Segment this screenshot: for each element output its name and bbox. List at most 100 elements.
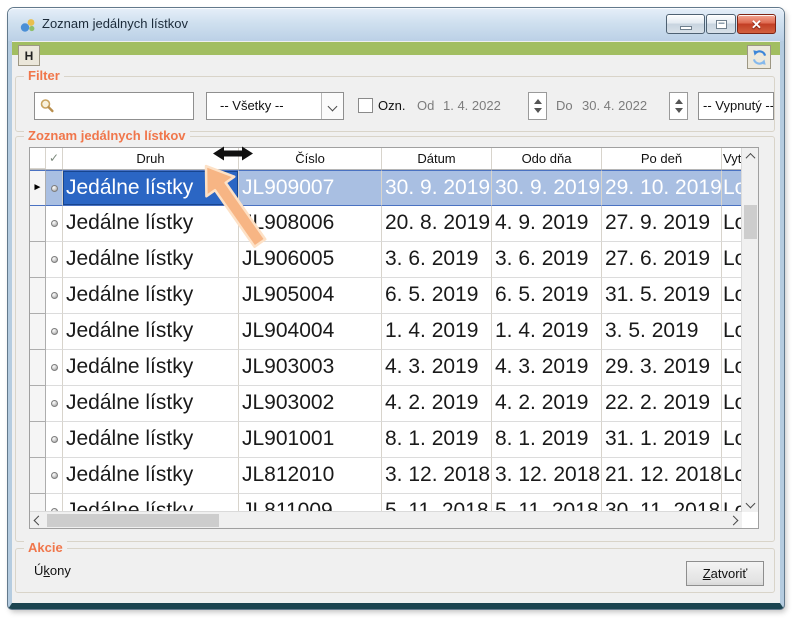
cell-cislo[interactable]: JL906005	[239, 242, 382, 278]
header-vyt[interactable]: Vyt	[722, 148, 743, 169]
cell-vyt[interactable]: Lo	[722, 458, 743, 494]
cell-vyt[interactable]: Lo	[722, 494, 743, 512]
cell-vyt[interactable]: Lo	[722, 170, 743, 206]
search-input[interactable]	[55, 99, 193, 114]
cell-druh[interactable]: Jedálne lístky	[63, 314, 239, 350]
header-druh[interactable]: Druh	[63, 148, 239, 169]
cell-po-den[interactable]: 31. 1. 2019	[602, 422, 722, 458]
row-selector-cell[interactable]: ►	[30, 170, 46, 206]
scroll-up-button[interactable]	[742, 148, 759, 165]
cell-odo-dna[interactable]: 6. 5. 2019	[492, 278, 602, 314]
row-check-cell[interactable]	[46, 422, 63, 458]
header-odo-dna[interactable]: Odo dňa	[492, 148, 602, 169]
cell-datum[interactable]: 3. 12. 2018	[382, 458, 492, 494]
cell-druh[interactable]: Jedálne lístky	[63, 242, 239, 278]
cell-druh[interactable]: Jedálne lístky	[63, 350, 239, 386]
table-row[interactable]: Jedálne lístkyJL9030024. 2. 20194. 2. 20…	[30, 386, 758, 422]
cell-vyt[interactable]: Lo	[722, 386, 743, 422]
cell-cislo[interactable]: JL904004	[239, 314, 382, 350]
cell-odo-dna[interactable]: 3. 12. 2018	[492, 458, 602, 494]
table-row[interactable]: Jedálne lístkyJL9030034. 3. 20194. 3. 20…	[30, 350, 758, 386]
cell-po-den[interactable]: 31. 5. 2019	[602, 278, 722, 314]
cell-po-den[interactable]: 29. 10. 2019	[602, 170, 722, 206]
cell-cislo[interactable]: JL909007	[239, 170, 382, 206]
table-row[interactable]: Jedálne lístkyJL9040041. 4. 20191. 4. 20…	[30, 314, 758, 350]
cell-po-den[interactable]: 21. 12. 2018	[602, 458, 722, 494]
cell-odo-dna[interactable]: 30. 9. 2019	[492, 170, 602, 206]
ukony-button[interactable]: Úkony	[34, 563, 71, 578]
maximize-button[interactable]	[706, 14, 736, 34]
h-button[interactable]: H	[18, 45, 40, 66]
cell-odo-dna[interactable]: 3. 6. 2019	[492, 242, 602, 278]
cell-datum[interactable]: 6. 5. 2019	[382, 278, 492, 314]
row-selector-cell[interactable]	[30, 206, 46, 242]
spinner-up-icon[interactable]	[675, 99, 683, 104]
cell-cislo[interactable]: JL812010	[239, 458, 382, 494]
row-check-cell[interactable]	[46, 314, 63, 350]
cell-vyt[interactable]: Lo	[722, 422, 743, 458]
title-bar[interactable]: Zoznam jedálnych lístkov ✕	[8, 8, 784, 41]
search-box[interactable]	[34, 92, 194, 120]
row-selector-cell[interactable]	[30, 386, 46, 422]
refresh-button[interactable]	[747, 45, 771, 69]
row-selector-cell[interactable]	[30, 422, 46, 458]
cell-vyt[interactable]: Lo	[722, 242, 743, 278]
header-check[interactable]: ✓	[46, 148, 63, 169]
table-row[interactable]: ►Jedálne lístkyJL90900730. 9. 201930. 9.…	[30, 170, 758, 206]
type-select-drop-button[interactable]	[321, 93, 343, 119]
row-selector-cell[interactable]	[30, 458, 46, 494]
date-to-spinner[interactable]	[669, 92, 688, 120]
spinner-down-icon[interactable]	[675, 108, 683, 113]
cell-druh[interactable]: Jedálne lístky	[63, 458, 239, 494]
table-row[interactable]: Jedálne lístkyJL90800620. 8. 20194. 9. 2…	[30, 206, 758, 242]
cell-druh[interactable]: Jedálne lístky	[63, 422, 239, 458]
scroll-right-button[interactable]	[725, 512, 742, 529]
date-from-spinner[interactable]	[528, 92, 547, 120]
table-row[interactable]: Jedálne lístkyJL9010018. 1. 20198. 1. 20…	[30, 422, 758, 458]
row-selector-cell[interactable]	[30, 242, 46, 278]
cell-datum[interactable]: 8. 1. 2019	[382, 422, 492, 458]
h-scrollbar[interactable]	[30, 511, 742, 528]
cell-vyt[interactable]: Lo	[722, 350, 743, 386]
row-check-cell[interactable]	[46, 386, 63, 422]
h-scroll-thumb[interactable]	[47, 514, 219, 527]
cell-cislo[interactable]: JL905004	[239, 278, 382, 314]
cell-po-den[interactable]: 29. 3. 2019	[602, 350, 722, 386]
cell-datum[interactable]: 4. 3. 2019	[382, 350, 492, 386]
cell-po-den[interactable]: 27. 6. 2019	[602, 242, 722, 278]
row-check-cell[interactable]	[46, 170, 63, 206]
scroll-down-button[interactable]	[742, 495, 759, 512]
cell-cislo[interactable]: JL903002	[239, 386, 382, 422]
cell-po-den[interactable]: 30. 11. 2018	[602, 494, 722, 512]
row-check-cell[interactable]	[46, 242, 63, 278]
row-check-cell[interactable]	[46, 206, 63, 242]
row-check-cell[interactable]	[46, 350, 63, 386]
cell-odo-dna[interactable]: 4. 2. 2019	[492, 386, 602, 422]
spinner-up-icon[interactable]	[534, 99, 542, 104]
close-dialog-button[interactable]: Zatvoriť	[686, 561, 764, 586]
cell-datum[interactable]: 3. 6. 2019	[382, 242, 492, 278]
cell-po-den[interactable]: 27. 9. 2019	[602, 206, 722, 242]
header-datum[interactable]: Dátum	[382, 148, 492, 169]
cell-odo-dna[interactable]: 5. 11. 2018	[492, 494, 602, 512]
cell-odo-dna[interactable]: 1. 4. 2019	[492, 314, 602, 350]
cell-po-den[interactable]: 22. 2. 2019	[602, 386, 722, 422]
row-selector-cell[interactable]	[30, 278, 46, 314]
cell-po-den[interactable]: 3. 5. 2019	[602, 314, 722, 350]
minimize-button[interactable]	[666, 14, 705, 34]
cell-vyt[interactable]: Lo	[722, 314, 743, 350]
header-po-den[interactable]: Po deň	[602, 148, 722, 169]
cell-cislo[interactable]: JL908006	[239, 206, 382, 242]
cell-vyt[interactable]: Lo	[722, 206, 743, 242]
row-selector-cell[interactable]	[30, 314, 46, 350]
scroll-left-button[interactable]	[30, 512, 47, 529]
v-scrollbar[interactable]	[741, 148, 758, 512]
cell-datum[interactable]: 20. 8. 2019	[382, 206, 492, 242]
cell-druh[interactable]: Jedálne lístky	[63, 494, 239, 512]
cell-druh[interactable]: Jedálne lístky	[63, 206, 239, 242]
cell-odo-dna[interactable]: 8. 1. 2019	[492, 422, 602, 458]
cell-datum[interactable]: 4. 2. 2019	[382, 386, 492, 422]
cell-cislo[interactable]: JL901001	[239, 422, 382, 458]
type-select[interactable]: -- Všetky --	[206, 92, 344, 120]
table-row[interactable]: Jedálne lístkyJL8110095. 11. 20185. 11. …	[30, 494, 758, 512]
